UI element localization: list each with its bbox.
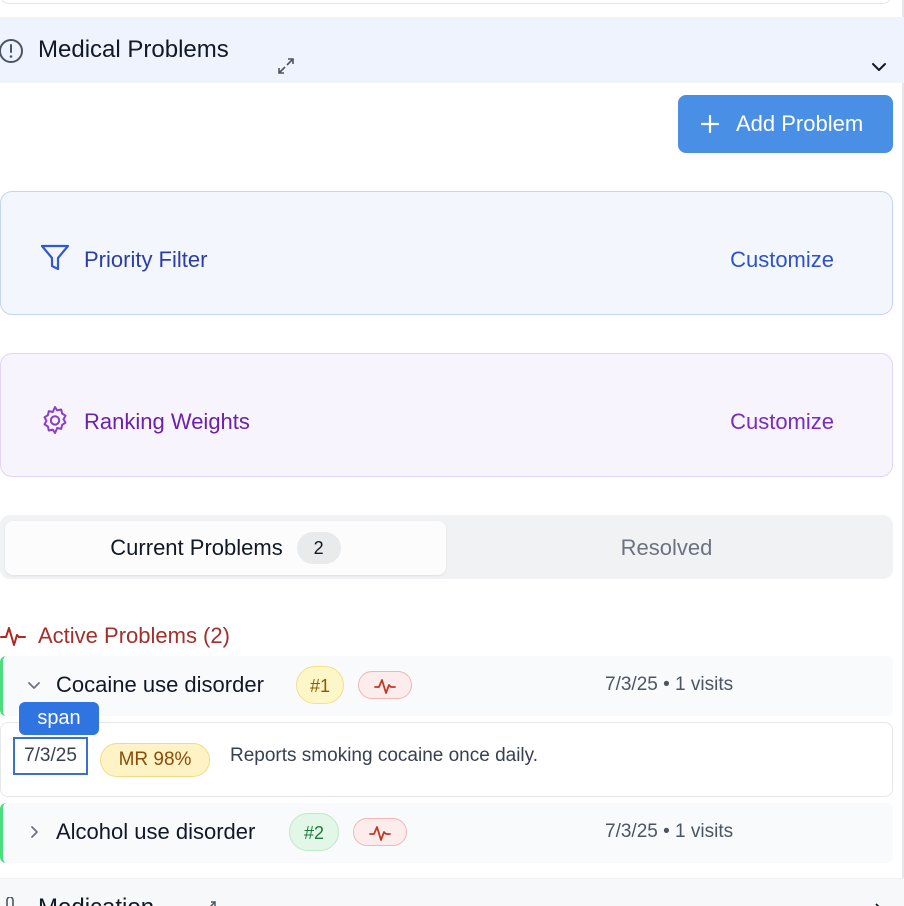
ranking-weights-label: Ranking Weights [84, 409, 250, 434]
tab-resolved-label: Resolved [620, 535, 713, 560]
pill-icon [6, 897, 14, 906]
current-count-badge: 2 [296, 532, 341, 564]
active-problems-label: Active Problems (2) [38, 623, 230, 648]
plus-icon [700, 114, 720, 134]
tab-current-label: Current Problems [110, 535, 283, 560]
medication-header[interactable]: Medication [0, 878, 904, 906]
problem-tabs: Current Problems 2 Resolved [0, 515, 893, 579]
problem-row[interactable]: Alcohol use disorder #2 7/3/25 • 1 visit… [0, 803, 893, 863]
problem-name: Alcohol use disorder [56, 819, 256, 844]
chevron-right-icon[interactable] [870, 901, 888, 906]
evidence-date: 7/3/25 [13, 737, 88, 775]
ranking-weights-card: Ranking Weights Customize [0, 353, 893, 477]
chevron-right-icon[interactable] [25, 823, 43, 841]
previous-card-edge [0, 0, 892, 4]
activity-icon [0, 627, 26, 646]
rank-badge: #1 [296, 666, 344, 704]
alert-circle-icon [0, 39, 23, 63]
section-title: Medical Problems [38, 36, 229, 63]
filter-icon [40, 244, 70, 271]
medication-title: Medication [38, 893, 154, 906]
problem-evidence-row: 7/3/25 MR 98% Reports smoking cocaine on… [0, 722, 893, 797]
rank-badge: #2 [289, 813, 339, 851]
ranking-customize-button[interactable]: Customize [730, 408, 834, 436]
chevron-down-icon[interactable] [25, 676, 43, 694]
expand-icon[interactable] [200, 899, 218, 906]
problem-meta: 7/3/25 • 1 visits [605, 674, 734, 695]
activity-badge [358, 671, 412, 699]
problem-meta: 7/3/25 • 1 visits [605, 821, 734, 842]
priority-filter-label: Priority Filter [84, 247, 208, 272]
priority-filter-card: Priority Filter Customize [0, 191, 893, 315]
gear-icon [43, 406, 67, 434]
evidence-note: Reports smoking cocaine once daily. [230, 745, 539, 766]
problem-row[interactable]: Cocaine use disorder #1 7/3/25 • 1 visit… [0, 656, 893, 716]
add-problem-button[interactable]: Add Problem [678, 95, 893, 153]
tab-resolved[interactable]: Resolved [446, 521, 887, 575]
chevron-down-icon[interactable] [868, 56, 890, 78]
activity-icon [369, 826, 391, 841]
tab-current-problems[interactable]: Current Problems 2 [5, 521, 446, 575]
confidence-badge: MR 98% [100, 743, 210, 777]
problem-name: Cocaine use disorder [56, 672, 264, 697]
add-problem-label: Add Problem [736, 111, 864, 136]
expand-icon[interactable] [276, 56, 296, 76]
medical-problems-header[interactable]: Medical Problems [0, 17, 904, 83]
inspector-tag: span [19, 702, 99, 735]
priority-customize-button[interactable]: Customize [730, 246, 834, 274]
activity-icon [374, 679, 396, 694]
activity-badge [353, 818, 407, 846]
